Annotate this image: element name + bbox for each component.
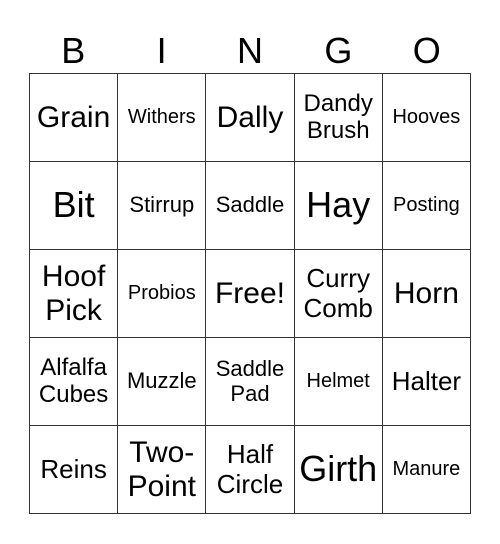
header-letter-o: O (412, 30, 441, 71)
bingo-cell[interactable]: Hay (294, 162, 383, 250)
bingo-cell[interactable]: Manure (382, 426, 471, 514)
bingo-cell[interactable]: Hoof Pick (30, 250, 119, 338)
bingo-cell[interactable]: Two-Point (118, 426, 207, 514)
bingo-cell[interactable]: Dally (206, 74, 295, 162)
bingo-cell[interactable]: Reins (30, 426, 119, 514)
bingo-cell[interactable]: Helmet (294, 338, 383, 426)
bingo-cell[interactable]: Saddle (206, 162, 295, 250)
bingo-cell[interactable]: Curry Comb (294, 250, 383, 338)
bingo-cell[interactable]: Withers (118, 74, 207, 162)
bingo-cell[interactable]: Muzzle (118, 338, 207, 426)
bingo-cell[interactable]: Halter (382, 338, 471, 426)
bingo-cell[interactable]: Bit (30, 162, 119, 250)
header-letter-g: G (324, 30, 353, 71)
bingo-cell[interactable]: Horn (382, 250, 471, 338)
bingo-cell[interactable]: Alfalfa Cubes (30, 338, 119, 426)
header-letter-i: I (156, 30, 167, 71)
bingo-cell[interactable]: Hooves (382, 74, 471, 162)
bingo-cell[interactable]: Grain (30, 74, 119, 162)
free-space-cell[interactable]: Free! (206, 250, 295, 338)
bingo-card-grid: Grain Withers Dally Dandy Brush Hooves B… (29, 73, 471, 514)
bingo-cell[interactable]: Stirrup (118, 162, 207, 250)
bingo-cell[interactable]: Probios (118, 250, 207, 338)
bingo-cell[interactable]: Dandy Brush (294, 74, 383, 162)
header-letter-b: B (61, 30, 86, 71)
bingo-cell[interactable]: Girth (294, 426, 383, 514)
bingo-cell[interactable]: Half Circle (206, 426, 295, 514)
bingo-cell[interactable]: Posting (382, 162, 471, 250)
bingo-header: B I N G O (29, 28, 471, 74)
bingo-cell[interactable]: Saddle Pad (206, 338, 295, 426)
header-letter-n: N (236, 30, 263, 71)
